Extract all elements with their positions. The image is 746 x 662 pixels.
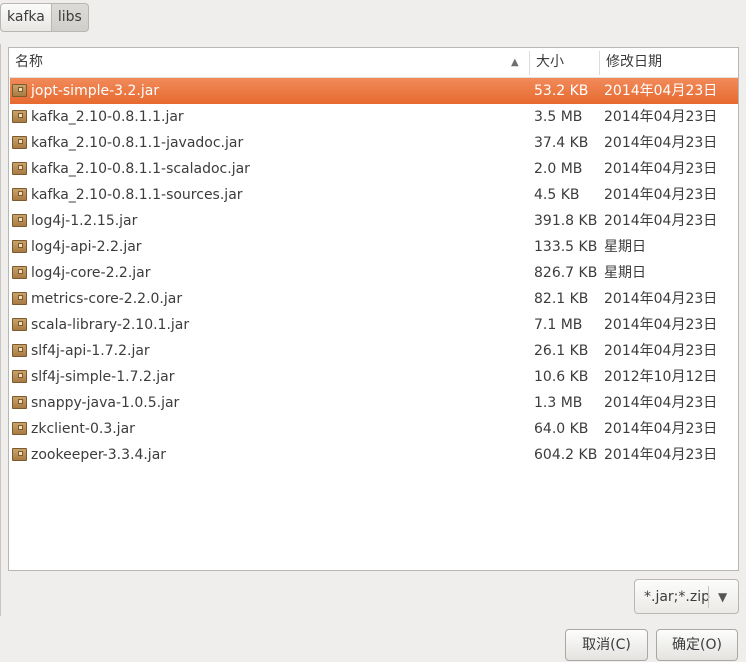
file-modified: 星期日 bbox=[604, 239, 646, 255]
file-modified: 2014年04月23日 bbox=[604, 317, 718, 333]
file-row[interactable]: kafka_2.10-0.8.1.1-javadoc.jar 37.4 KB 201… bbox=[10, 130, 738, 156]
column-divider bbox=[529, 51, 530, 75]
file-name: kafka_2.10-0.8.1.1-scaladoc.jar bbox=[31, 161, 250, 177]
file-modified: 2014年04月23日 bbox=[604, 83, 718, 99]
filter-value: *.jar;*.zip bbox=[644, 589, 710, 605]
jar-archive-icon bbox=[12, 214, 27, 227]
jar-archive-icon bbox=[12, 318, 27, 331]
ok-button[interactable]: 确定(O) bbox=[656, 629, 738, 661]
file-size: 64.0 KB bbox=[534, 421, 589, 437]
jar-archive-icon bbox=[12, 396, 27, 409]
file-list[interactable]: 名称 ▲ 大小 修改日期 jopt-simple-3.2.jar 53.2 KB 2… bbox=[8, 47, 739, 571]
jar-archive-icon bbox=[12, 370, 27, 383]
file-modified: 2014年04月23日 bbox=[604, 213, 718, 229]
file-size: 82.1 KB bbox=[534, 291, 589, 307]
file-size: 2.0 MB bbox=[534, 161, 583, 177]
dropdown-arrow-icon: ▼ bbox=[718, 590, 728, 604]
file-name: zkclient-0.3.jar bbox=[31, 421, 135, 437]
column-header: 名称 ▲ 大小 修改日期 bbox=[9, 48, 738, 78]
file-name: log4j-core-2.2.jar bbox=[31, 265, 151, 281]
jar-archive-icon bbox=[12, 110, 27, 123]
jar-archive-icon bbox=[12, 344, 27, 357]
side-divider bbox=[0, 44, 1, 616]
file-name: kafka_2.10-0.8.1.1.jar bbox=[31, 109, 184, 125]
file-row[interactable]: kafka_2.10-0.8.1.1-scaladoc.jar 2.0 MB 201… bbox=[10, 156, 738, 182]
file-name: kafka_2.10-0.8.1.1-javadoc.jar bbox=[31, 135, 244, 151]
file-size: 4.5 KB bbox=[534, 187, 580, 203]
file-name: log4j-api-2.2.jar bbox=[31, 239, 142, 255]
jar-archive-icon bbox=[12, 422, 27, 435]
file-name: jopt-simple-3.2.jar bbox=[31, 83, 160, 99]
file-modified: 2014年04月23日 bbox=[604, 395, 718, 411]
file-row[interactable]: log4j-1.2.15.jar 391.8 KB 2014年04月23日 bbox=[10, 208, 738, 234]
column-size[interactable]: 大小 bbox=[536, 48, 564, 77]
file-modified: 2014年04月23日 bbox=[604, 447, 718, 463]
file-name: snappy-java-1.0.5.jar bbox=[31, 395, 180, 411]
file-size: 37.4 KB bbox=[534, 135, 589, 151]
file-modified: 2014年04月23日 bbox=[604, 135, 718, 151]
filter-divider bbox=[708, 586, 709, 608]
file-modified: 2014年04月23日 bbox=[604, 343, 718, 359]
file-row[interactable]: snappy-java-1.0.5.jar 1.3 MB 2014年04月23日 bbox=[10, 390, 738, 416]
file-modified: 2012年10月12日 bbox=[604, 369, 718, 385]
file-type-filter[interactable]: *.jar;*.zip ▼ bbox=[634, 579, 739, 614]
file-row[interactable]: scala-library-2.10.1.jar 7.1 MB 2014年04月23… bbox=[10, 312, 738, 338]
file-size: 391.8 KB bbox=[534, 213, 598, 229]
file-modified: 2014年04月23日 bbox=[604, 109, 718, 125]
file-name: kafka_2.10-0.8.1.1-sources.jar bbox=[31, 187, 243, 203]
jar-archive-icon bbox=[12, 240, 27, 253]
file-size: 604.2 KB bbox=[534, 447, 598, 463]
file-size: 133.5 KB bbox=[534, 239, 598, 255]
file-size: 1.3 MB bbox=[534, 395, 583, 411]
column-name[interactable]: 名称 bbox=[15, 48, 43, 77]
file-row[interactable]: zkclient-0.3.jar 64.0 KB 2014年04月23日 bbox=[10, 416, 738, 442]
file-row[interactable]: log4j-api-2.2.jar 133.5 KB 星期日 bbox=[10, 234, 738, 260]
file-modified: 星期日 bbox=[604, 265, 646, 281]
file-size: 53.2 KB bbox=[534, 83, 589, 99]
jar-archive-icon bbox=[12, 136, 27, 149]
file-row[interactable]: slf4j-api-1.7.2.jar 26.1 KB 2014年04月23日 bbox=[10, 338, 738, 364]
file-row[interactable]: log4j-core-2.2.jar 826.7 KB 星期日 bbox=[10, 260, 738, 286]
jar-archive-icon bbox=[12, 448, 27, 461]
file-name: zookeeper-3.3.4.jar bbox=[31, 447, 167, 463]
sort-ascending-icon: ▲ bbox=[511, 57, 519, 68]
file-size: 26.1 KB bbox=[534, 343, 589, 359]
path-button-kafka[interactable]: kafka bbox=[0, 3, 51, 32]
file-modified: 2014年04月23日 bbox=[604, 161, 718, 177]
file-name: scala-library-2.10.1.jar bbox=[31, 317, 190, 333]
file-name: metrics-core-2.2.0.jar bbox=[31, 291, 183, 307]
cancel-button[interactable]: 取消(C) bbox=[565, 629, 648, 661]
file-modified: 2014年04月23日 bbox=[604, 421, 718, 437]
jar-archive-icon bbox=[12, 84, 27, 97]
file-size: 7.1 MB bbox=[534, 317, 583, 333]
file-row[interactable]: slf4j-simple-1.7.2.jar 10.6 KB 2012年10月12日 bbox=[10, 364, 738, 390]
file-row[interactable]: metrics-core-2.2.0.jar 82.1 KB 2014年04月23日 bbox=[10, 286, 738, 312]
file-size: 3.5 MB bbox=[534, 109, 583, 125]
file-row[interactable]: jopt-simple-3.2.jar 53.2 KB 2014年04月23日 bbox=[10, 78, 738, 104]
file-row[interactable]: zookeeper-3.3.4.jar 604.2 KB 2014年04月23日 bbox=[10, 442, 738, 468]
file-name: slf4j-simple-1.7.2.jar bbox=[31, 369, 175, 385]
file-modified: 2014年04月23日 bbox=[604, 291, 718, 307]
path-button-libs[interactable]: libs bbox=[50, 3, 89, 32]
column-divider bbox=[599, 51, 600, 75]
column-modified[interactable]: 修改日期 bbox=[606, 48, 662, 77]
file-name: slf4j-api-1.7.2.jar bbox=[31, 343, 150, 359]
file-size: 10.6 KB bbox=[534, 369, 589, 385]
file-row[interactable]: kafka_2.10-0.8.1.1-sources.jar 4.5 KB 2014… bbox=[10, 182, 738, 208]
jar-archive-icon bbox=[12, 292, 27, 305]
path-bar: kafka libs bbox=[0, 3, 89, 32]
jar-archive-icon bbox=[12, 162, 27, 175]
jar-archive-icon bbox=[12, 266, 27, 279]
file-name: log4j-1.2.15.jar bbox=[31, 213, 138, 229]
file-modified: 2014年04月23日 bbox=[604, 187, 718, 203]
file-row[interactable]: kafka_2.10-0.8.1.1.jar 3.5 MB 2014年04月23日 bbox=[10, 104, 738, 130]
jar-archive-icon bbox=[12, 188, 27, 201]
file-size: 826.7 KB bbox=[534, 265, 598, 281]
